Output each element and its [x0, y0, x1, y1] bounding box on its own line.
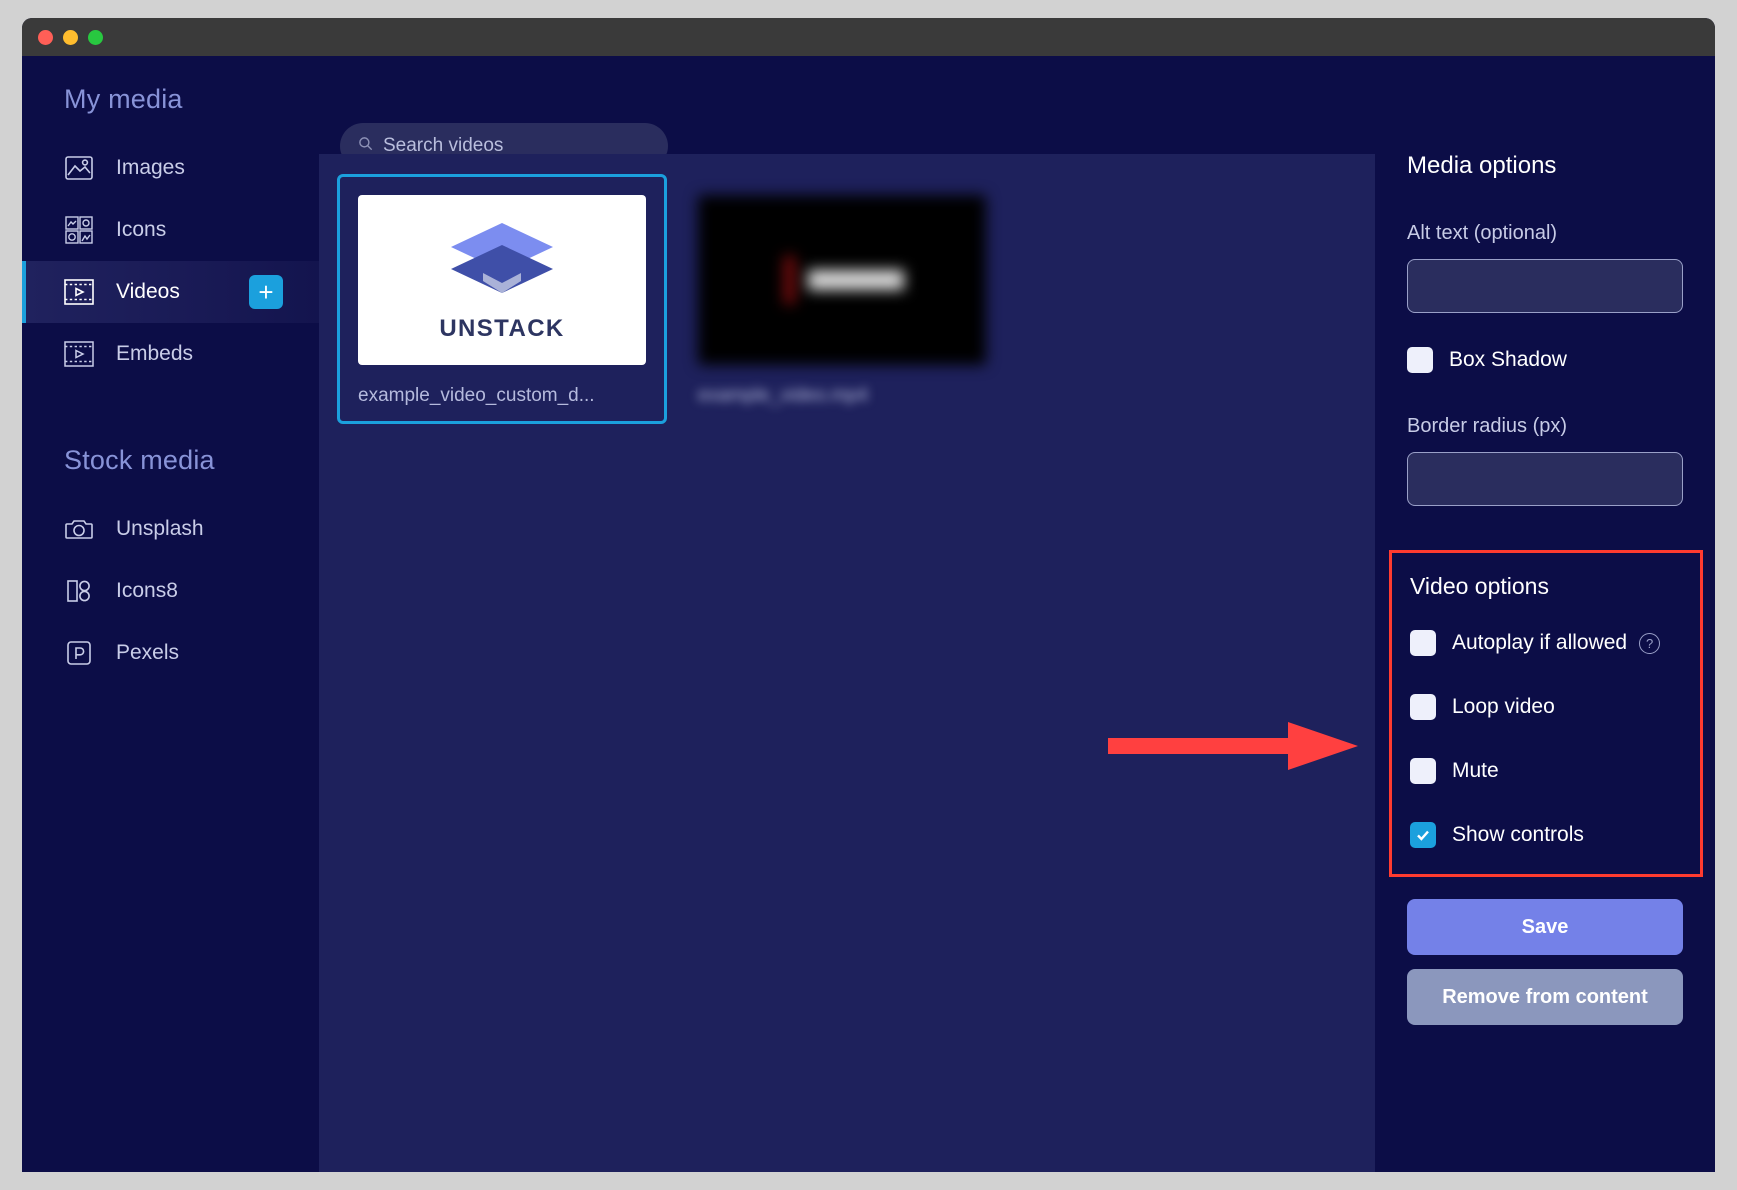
sidebar-item-pexels[interactable]: Pexels: [22, 622, 319, 684]
search-icon: [358, 136, 373, 156]
sidebar-item-icons[interactable]: Icons: [22, 199, 319, 261]
sidebar-item-label: Unsplash: [116, 517, 204, 541]
media-options-panel: Media options Alt text (optional) Box Sh…: [1375, 56, 1715, 1172]
video-options-group: Video options Autoplay if allowed ?: [1389, 550, 1703, 877]
media-manager-window: My media Images: [22, 18, 1715, 1172]
media-card-selected[interactable]: UNSTACK example_video_custom_d...: [337, 174, 667, 424]
media-grid: UNSTACK example_video_custom_d... exampl…: [319, 154, 1375, 444]
alt-text-input[interactable]: [1407, 259, 1683, 313]
window-close-dot[interactable]: [38, 30, 53, 45]
media-grid-panel: UNSTACK example_video_custom_d... exampl…: [319, 154, 1375, 1172]
add-video-button[interactable]: +: [249, 275, 283, 309]
window-titlebar: [22, 18, 1715, 56]
media-options-title: Media options: [1407, 56, 1683, 180]
mute-checkbox[interactable]: [1410, 758, 1436, 784]
box-shadow-row[interactable]: Box Shadow: [1407, 347, 1683, 373]
icons8-icon: [64, 576, 94, 606]
sidebar-item-label: Icons8: [116, 579, 178, 603]
sidebar-item-label: Images: [116, 156, 185, 180]
remove-from-content-button[interactable]: Remove from content: [1407, 969, 1683, 1025]
sidebar-item-label: Icons: [116, 218, 166, 242]
alt-text-label: Alt text (optional): [1407, 222, 1683, 245]
border-radius-input[interactable]: [1407, 452, 1683, 506]
autoplay-row[interactable]: Autoplay if allowed ?: [1410, 630, 1682, 656]
show-controls-label: Show controls: [1452, 823, 1584, 847]
media-card-filename: example_video.mp4: [698, 385, 986, 407]
show-controls-checkbox[interactable]: [1410, 822, 1436, 848]
media-card-redacted[interactable]: example_video.mp4: [677, 174, 1007, 424]
sidebar-item-images[interactable]: Images: [22, 137, 319, 199]
sidebar-stock-media-list: Unsplash Icons8: [22, 498, 319, 684]
autoplay-checkbox[interactable]: [1410, 630, 1436, 656]
save-button[interactable]: Save: [1407, 899, 1683, 955]
window-body: My media Images: [22, 56, 1715, 1172]
pexels-icon: [64, 638, 94, 668]
icons-grid-icon: [64, 215, 94, 245]
show-controls-row[interactable]: Show controls: [1410, 822, 1682, 848]
media-thumbnail: UNSTACK: [358, 195, 646, 365]
media-card-filename: example_video_custom_d...: [358, 385, 646, 407]
window-minimize-dot[interactable]: [63, 30, 78, 45]
autoplay-label: Autoplay if allowed: [1452, 631, 1627, 655]
sidebar-item-videos[interactable]: Videos +: [22, 261, 319, 323]
box-shadow-checkbox[interactable]: [1407, 347, 1433, 373]
sidebar: My media Images: [22, 56, 319, 1172]
sidebar-item-label: Embeds: [116, 342, 193, 366]
sidebar-item-label: Pexels: [116, 641, 179, 665]
sidebar-heading-stock-media: Stock media: [22, 385, 319, 476]
sidebar-item-icons8[interactable]: Icons8: [22, 560, 319, 622]
help-circle-icon[interactable]: ?: [1639, 633, 1660, 654]
media-thumbnail: [698, 195, 986, 365]
sidebar-my-media-list: Images: [22, 137, 319, 385]
unstack-logo-icon: [443, 217, 561, 305]
box-shadow-label: Box Shadow: [1449, 348, 1567, 372]
sidebar-heading-my-media: My media: [22, 56, 319, 115]
film-strip-icon: [64, 277, 94, 307]
embed-icon: [64, 339, 94, 369]
image-icon: [64, 153, 94, 183]
sidebar-item-unsplash[interactable]: Unsplash: [22, 498, 319, 560]
sidebar-item-label: Videos: [116, 280, 180, 304]
loop-video-row[interactable]: Loop video: [1410, 694, 1682, 720]
loop-video-label: Loop video: [1452, 695, 1555, 719]
video-options-title: Video options: [1410, 573, 1682, 600]
mute-label: Mute: [1452, 759, 1499, 783]
sidebar-item-embeds[interactable]: Embeds: [22, 323, 319, 385]
loop-video-checkbox[interactable]: [1410, 694, 1436, 720]
camera-icon: [64, 514, 94, 544]
border-radius-label: Border radius (px): [1407, 415, 1683, 438]
mute-row[interactable]: Mute: [1410, 758, 1682, 784]
window-zoom-dot[interactable]: [88, 30, 103, 45]
thumbnail-logo-text: UNSTACK: [439, 315, 564, 343]
redacted-content-icon: [742, 250, 942, 310]
